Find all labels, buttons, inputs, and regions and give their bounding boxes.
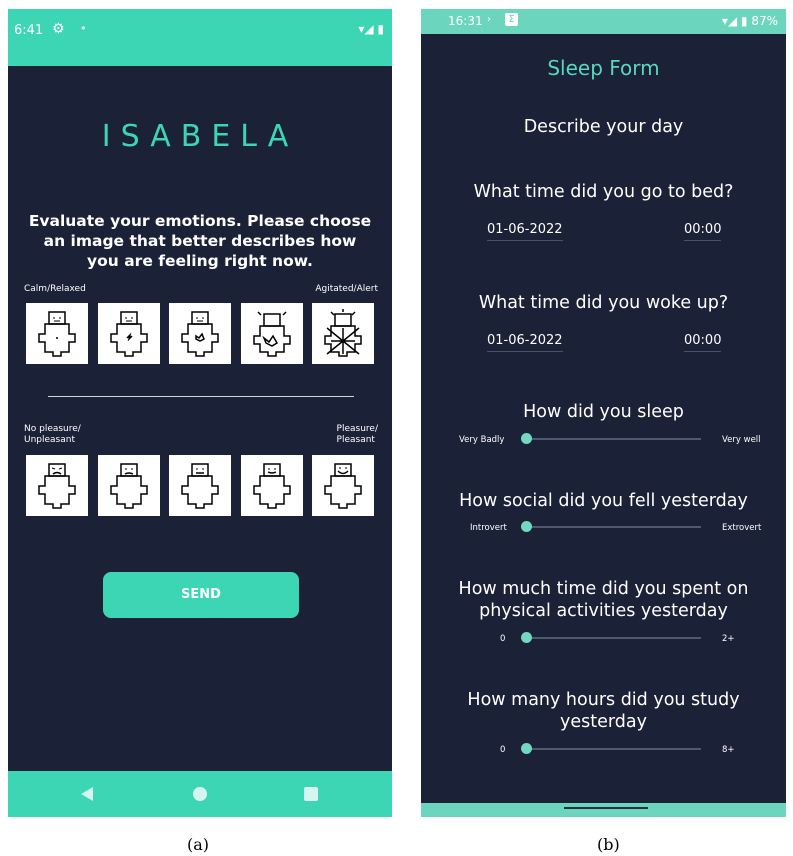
physical-activity-question-line-1: How much time did you spent on [458, 579, 749, 599]
send-button[interactable]: SEND [103, 572, 299, 618]
valence-option-4[interactable] [240, 455, 303, 516]
slider-track[interactable] [525, 438, 701, 440]
slider-min-label: 0 [500, 745, 506, 755]
back-icon[interactable] [81, 787, 93, 801]
figure-sad-icon [109, 462, 148, 509]
status-time: 16:31 [448, 14, 483, 28]
caption-a: (a) [187, 835, 210, 854]
figure-medium-icon [181, 310, 219, 357]
arousal-image-row [26, 303, 374, 366]
status-bar: 6:41 ⚙ • ▾◢ ▮ [8, 9, 392, 66]
physical-activity-question-line-2: physical activities yesterday [479, 601, 728, 621]
valence-max-label-line-2: Pleasant [336, 435, 375, 445]
slider-track[interactable] [525, 526, 701, 528]
navigation-bar [8, 771, 392, 817]
slider-max-label: 8+ [722, 745, 735, 755]
sleep-form-screen: 16:31 › Σ ▾◢ ▮ 87% Sleep Form Describe y… [421, 9, 786, 817]
figure-unhappy-icon [38, 462, 76, 509]
slider-track[interactable] [525, 637, 701, 639]
valence-option-5[interactable] [312, 455, 374, 516]
physical-activity-question: How much time did you spent on physical … [431, 578, 776, 622]
home-icon[interactable] [193, 787, 207, 801]
valence-max-label-line-1: Pleasure/ [336, 424, 378, 434]
notification-dot-icon: • [80, 22, 87, 35]
arousal-option-4[interactable] [240, 303, 303, 364]
signal-battery-icons: ▾◢ ▮ 87% [721, 14, 778, 28]
form-title: Sleep Form [547, 56, 660, 80]
arousal-min-label: Calm/Relaxed [24, 284, 86, 294]
figure-mild-icon [109, 310, 148, 357]
valence-min-label-line-2: Unpleasant [24, 435, 75, 445]
figure-happy-icon [324, 462, 362, 509]
figure-excited-icon [252, 310, 291, 357]
gesture-bar [421, 803, 786, 817]
arousal-option-1[interactable] [26, 303, 88, 364]
figure-calm-icon [38, 310, 76, 357]
slider-max-label: 2+ [722, 634, 735, 644]
study-hours-slider[interactable]: 0 8+ [421, 742, 786, 756]
recent-apps-icon[interactable] [304, 787, 318, 801]
form-subtitle: Describe your day [523, 117, 684, 137]
slider-max-label: Very well [722, 435, 761, 445]
isabela-screen: 6:41 ⚙ • ▾◢ ▮ ISABELA Evaluate your emot… [8, 9, 392, 817]
slider-max-label: Extrovert [722, 523, 762, 533]
figure-agitated-icon [324, 308, 362, 357]
slider-thumb[interactable] [521, 521, 532, 532]
valence-min-label: No pleasure/ Unpleasant [24, 424, 81, 446]
gesture-handle[interactable] [564, 807, 648, 809]
valence-min-label-line-1: No pleasure/ [24, 424, 81, 434]
settings-icon: ⚙ [52, 21, 65, 37]
section-divider [48, 396, 354, 397]
slider-thumb[interactable] [521, 743, 532, 754]
bed-question: What time did you go to bed? [473, 182, 734, 202]
physical-activity-slider[interactable]: 0 2+ [421, 631, 786, 645]
valence-image-row [26, 455, 374, 518]
signal-battery-icons: ▾◢ ▮ [358, 22, 384, 36]
figure-content-icon [252, 462, 291, 509]
slider-min-label: 0 [500, 634, 506, 644]
study-hours-question-line-1: How many hours did you study [467, 690, 740, 710]
slider-thumb[interactable] [521, 433, 532, 444]
slider-min-label: Introvert [470, 523, 507, 533]
arousal-option-2[interactable] [97, 303, 160, 364]
valence-max-label: Pleasure/ Pleasant [337, 424, 378, 446]
figure-neutral-icon [181, 462, 219, 509]
caption-b: (b) [597, 835, 620, 854]
wake-date-field[interactable]: 01-06-2022 [487, 333, 563, 352]
sleep-quality-question: How did you sleep [523, 402, 684, 422]
sigma-icon: Σ [505, 13, 518, 26]
valence-option-2[interactable] [97, 455, 160, 516]
play-icon: › [487, 14, 491, 25]
emotion-prompt: Evaluate your emotions. Please choose an… [28, 212, 372, 270]
arousal-option-3[interactable] [169, 303, 231, 364]
wake-time-field[interactable]: 00:00 [684, 333, 722, 352]
study-hours-question-line-2: yesterday [560, 712, 647, 732]
battery-percent: 87% [751, 14, 778, 28]
wake-question: What time did you woke up? [478, 293, 729, 313]
status-time: 6:41 [14, 23, 44, 38]
valence-option-3[interactable] [169, 455, 231, 516]
slider-min-label: Very Badly [459, 435, 505, 445]
arousal-option-5[interactable] [312, 303, 374, 364]
slider-thumb[interactable] [521, 632, 532, 643]
arousal-max-label: Agitated/Alert [315, 284, 378, 294]
status-bar: 16:31 › Σ ▾◢ ▮ 87% [421, 9, 786, 34]
social-slider[interactable]: Introvert Extrovert [421, 520, 786, 534]
app-logo: ISABELA [101, 119, 299, 154]
study-hours-question: How many hours did you study yesterday [431, 689, 776, 733]
slider-track[interactable] [525, 748, 701, 750]
bed-time-field[interactable]: 00:00 [684, 222, 722, 241]
sleep-quality-slider[interactable]: Very Badly Very well [421, 432, 786, 446]
valence-option-1[interactable] [26, 455, 88, 516]
bed-date-field[interactable]: 01-06-2022 [487, 222, 563, 241]
social-question: How social did you fell yesterday [459, 491, 748, 511]
